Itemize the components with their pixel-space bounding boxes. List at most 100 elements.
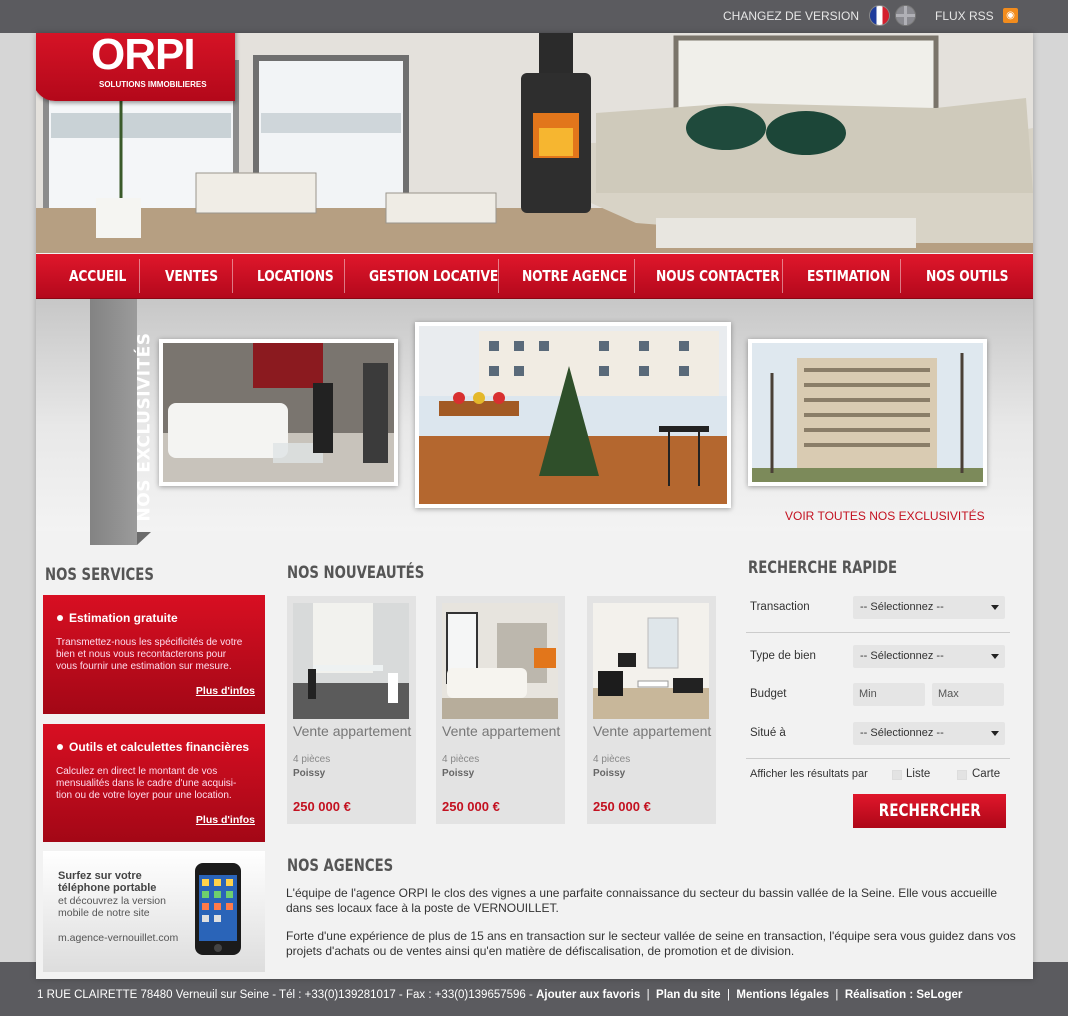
mobile-promo-url[interactable]: m.agence-vernouillet.com <box>58 932 178 944</box>
chevron-down-icon <box>991 605 999 610</box>
footer-realisation-link[interactable]: Réalisation : SeLoger <box>845 989 963 1001</box>
liste-checkbox[interactable] <box>892 770 902 780</box>
nouveaute-city: Poissy <box>593 768 626 779</box>
nouveaute-city: Poissy <box>442 768 475 779</box>
nouveaute-thumb[interactable] <box>442 603 558 719</box>
exclusivite-photo-2[interactable] <box>415 322 731 508</box>
situe-select[interactable]: -- Sélectionnez -- <box>853 722 1005 745</box>
apartment-building-photo <box>752 343 983 482</box>
nav-nos-outils[interactable]: NOS OUTILS <box>926 254 1009 298</box>
nouveaute-city: Poissy <box>293 768 326 779</box>
footer-plan-link[interactable]: Plan du site <box>656 989 721 1001</box>
main-nav: ACCUEIL VENTES LOCATIONS GESTION LOCATIV… <box>36 254 1033 299</box>
nav-separator <box>634 259 635 293</box>
service-estimation-more-link[interactable]: Plus d'infos <box>196 685 255 697</box>
agences-paragraph-2: Forte d'une expérience de plus de 15 ans… <box>286 929 1016 958</box>
services-heading: NOS SERVICES <box>45 565 154 585</box>
footer-address: 1 RUE CLAIRETTE 78480 Verneuil sur Seine… <box>37 989 526 1001</box>
budget-max-input[interactable]: Max <box>932 683 1004 706</box>
service-estimation-desc: Transmettez-nous les spécificités de vot… <box>56 637 243 672</box>
nouveaute-type[interactable]: Vente appartement <box>442 723 560 739</box>
service-estimation-card[interactable]: Estimation gratuite Transmettez-nous les… <box>43 595 265 714</box>
recherche-heading: RECHERCHE RAPIDE <box>748 558 898 578</box>
footer-separator: | <box>832 989 845 1001</box>
type-bien-select[interactable]: -- Sélectionnez -- <box>853 645 1005 668</box>
footer-separator: | <box>723 989 737 1001</box>
nouveaute-type[interactable]: Vente appartement <box>293 723 411 739</box>
transaction-label: Transaction <box>750 601 810 613</box>
service-estimation-title[interactable]: Estimation gratuite <box>57 611 178 625</box>
mobile-promo-desc: et découvrez la version mobile de notre … <box>58 895 166 919</box>
situe-label: Situé à <box>750 727 786 739</box>
smartphone-icon <box>195 863 241 955</box>
divider <box>746 758 1010 759</box>
nouveaute-card[interactable]: Vente appartement 4 pièces Poissy 250 00… <box>587 596 716 824</box>
rss-icon[interactable]: ◉ <box>1003 8 1018 23</box>
footer-mentions-link[interactable]: Mentions légales <box>736 989 829 1001</box>
transaction-select[interactable]: -- Sélectionnez -- <box>853 596 1005 619</box>
nouveaute-card[interactable]: Vente appartement 4 pièces Poissy 250 00… <box>287 596 416 824</box>
divider <box>746 632 1010 633</box>
nav-gestion-locative[interactable]: GESTION LOCATIVE <box>369 254 498 298</box>
service-outils-title[interactable]: Outils et calculettes financières <box>57 740 249 754</box>
building-balcony-photo <box>419 326 727 504</box>
service-outils-card[interactable]: Outils et calculettes financières Calcul… <box>43 724 265 842</box>
nouveaute-price: 250 000 € <box>442 799 500 814</box>
logo-name: ORPI <box>91 33 196 79</box>
chevron-down-icon <box>991 654 999 659</box>
exclusivites-ribbon: NOS EXCLUSIVITÉS <box>90 299 154 545</box>
nav-notre-agence[interactable]: NOTRE AGENCE <box>522 254 627 298</box>
agences-paragraph-1: L'équipe de l'agence ORPI le clos des vi… <box>286 886 998 915</box>
nouveaute-price: 250 000 € <box>593 799 651 814</box>
nav-estimation[interactable]: ESTIMATION <box>807 254 890 298</box>
exclusivite-photo-3[interactable] <box>748 339 987 486</box>
budget-label: Budget <box>750 688 787 700</box>
chevron-down-icon <box>991 731 999 736</box>
nav-separator <box>498 259 499 293</box>
exclusivites-ribbon-label: NOS EXCLUSIVITÉS <box>134 332 155 522</box>
nav-separator <box>139 259 140 293</box>
voir-exclusivites-link[interactable]: VOIR TOUTES NOS EXCLUSIVITÉS <box>785 509 985 523</box>
agences-heading: NOS AGENCES <box>287 856 394 876</box>
nouveaute-type[interactable]: Vente appartement <box>593 723 711 739</box>
type-bien-label: Type de bien <box>750 650 816 662</box>
mobile-promo-title: Surfez sur votre téléphone portable <box>58 870 157 894</box>
nouveaute-thumb[interactable] <box>593 603 709 719</box>
footer-favoris-link[interactable]: Ajouter aux favoris <box>536 989 640 1001</box>
rechercher-button[interactable]: RECHERCHER <box>853 794 1006 828</box>
carte-checkbox[interactable] <box>957 770 967 780</box>
liste-label[interactable]: Liste <box>906 768 930 780</box>
fireplace-lounge-photo <box>442 603 558 719</box>
living-room-photo <box>163 343 394 482</box>
nav-nous-contacter[interactable]: NOUS CONTACTER <box>656 254 780 298</box>
budget-min-input[interactable]: Min <box>853 683 925 706</box>
nav-separator <box>900 259 901 293</box>
rss-link[interactable]: FLUX RSS <box>935 9 994 23</box>
nouveautes-heading: NOS NOUVEAUTÉS <box>287 563 425 583</box>
exclusivite-photo-1[interactable] <box>159 339 398 486</box>
footer-separator: | <box>643 989 657 1001</box>
nouveaute-thumb[interactable] <box>293 603 409 719</box>
nav-separator <box>782 259 783 293</box>
change-version-label: CHANGEZ DE VERSION <box>723 9 860 23</box>
page-container: ORPI SOLUTIONS IMMOBILIERES ACCUEIL VENT… <box>36 33 1033 979</box>
living-room-photo <box>593 603 709 719</box>
mobile-promo[interactable]: Surfez sur votre téléphone portable et d… <box>43 851 265 972</box>
flag-en-icon[interactable] <box>896 6 915 25</box>
nav-accueil[interactable]: ACCUEIL <box>69 254 126 298</box>
orpi-logo[interactable]: ORPI SOLUTIONS IMMOBILIERES <box>36 33 235 101</box>
top-bar: CHANGEZ DE VERSION FLUX RSS ◉ <box>0 0 1068 33</box>
nav-locations[interactable]: LOCATIONS <box>257 254 334 298</box>
service-outils-desc: Calculez en direct le montant de vos men… <box>56 766 237 801</box>
nouveaute-rooms: 4 pièces <box>293 754 331 765</box>
nouveaute-rooms: 4 pièces <box>442 754 480 765</box>
nouveaute-rooms: 4 pièces <box>593 754 631 765</box>
flag-fr-icon[interactable] <box>870 6 889 25</box>
afficher-label: Afficher les résultats par <box>750 768 868 780</box>
nav-separator <box>232 259 233 293</box>
hero-banner: ORPI SOLUTIONS IMMOBILIERES <box>36 33 1033 253</box>
nav-ventes[interactable]: VENTES <box>165 254 218 298</box>
carte-label[interactable]: Carte <box>972 768 1000 780</box>
nouveaute-card[interactable]: Vente appartement 4 pièces Poissy 250 00… <box>436 596 565 824</box>
service-outils-more-link[interactable]: Plus d'infos <box>196 814 255 826</box>
